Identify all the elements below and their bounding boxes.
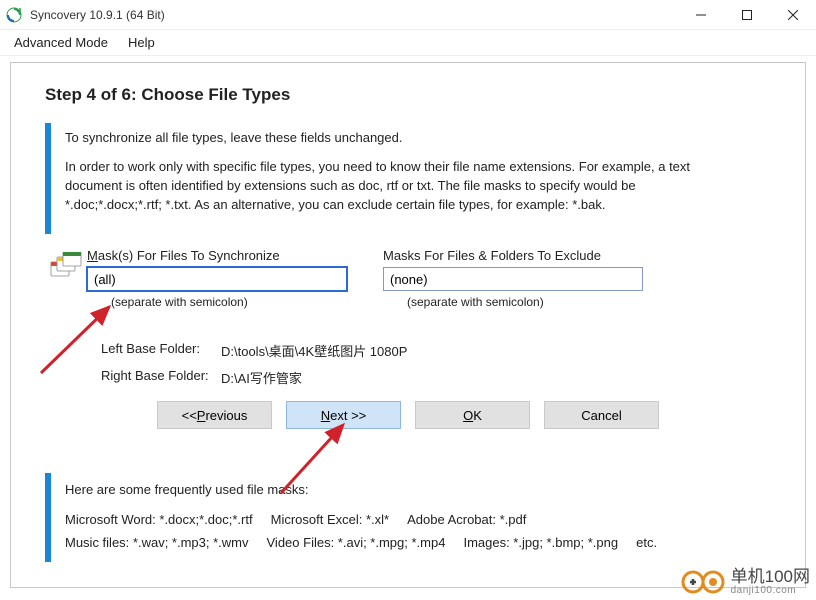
examples-block: Here are some frequently used file masks…	[45, 473, 771, 561]
menu-advanced-mode[interactable]: Advanced Mode	[4, 32, 118, 53]
title-bar: Syncovery 10.9.1 (64 Bit)	[0, 0, 816, 30]
base-folders: Left Base Folder: D:\tools\桌面\4K壁纸图片 108…	[101, 341, 771, 387]
minimize-button[interactable]	[678, 0, 724, 29]
watermark: 单机100网 danji100.com	[681, 568, 810, 596]
sync-mask-hint: (separate with semicolon)	[87, 295, 347, 309]
intro-block: To synchronize all file types, leave the…	[45, 123, 771, 234]
example-music: Music files: *.wav; *.mp3; *.wmv	[65, 532, 249, 554]
app-icon	[6, 7, 22, 23]
left-folder-label: Left Base Folder:	[101, 341, 221, 360]
right-folder-value: D:\AI写作管家	[221, 368, 302, 387]
example-excel: Microsoft Excel: *.xl*	[271, 509, 389, 531]
exclude-mask-label: Masks For Files & Folders To Exclude	[383, 248, 643, 263]
window-title: Syncovery 10.9.1 (64 Bit)	[30, 8, 678, 22]
exclude-mask-group: Masks For Files & Folders To Exclude (se…	[383, 248, 643, 309]
exclude-mask-hint: (separate with semicolon)	[383, 295, 643, 309]
example-acrobat: Adobe Acrobat: *.pdf	[407, 509, 526, 531]
sync-mask-input[interactable]	[87, 267, 347, 291]
intro-line1: To synchronize all file types, leave the…	[65, 129, 731, 148]
menu-bar: Advanced Mode Help	[0, 30, 816, 56]
sync-mask-group: Mask(s) For Files To Synchronize (separa…	[87, 248, 347, 309]
exclude-mask-input[interactable]	[383, 267, 643, 291]
maximize-button[interactable]	[724, 0, 770, 29]
intro-line2: In order to work only with specific file…	[65, 158, 731, 215]
example-word: Microsoft Word: *.docx;*.doc;*.rtf	[65, 509, 253, 531]
window-controls	[678, 0, 816, 29]
examples-heading: Here are some frequently used file masks…	[65, 479, 657, 501]
example-images: Images: *.jpg; *.bmp; *.png	[463, 532, 618, 554]
next-button[interactable]: Next >>	[286, 401, 401, 429]
watermark-name: 单机100网	[731, 568, 810, 585]
sync-mask-label: Mask(s) For Files To Synchronize	[87, 248, 347, 263]
close-button[interactable]	[770, 0, 816, 29]
menu-help[interactable]: Help	[118, 32, 165, 53]
wizard-panel: Step 4 of 6: Choose File Types To synchr…	[10, 62, 806, 588]
watermark-logo-icon	[681, 568, 725, 596]
accent-bar	[45, 123, 51, 234]
right-folder-label: Right Base Folder:	[101, 368, 221, 387]
cancel-button[interactable]: Cancel	[544, 401, 659, 429]
filetype-icon	[45, 248, 87, 309]
watermark-url: danji100.com	[731, 585, 810, 596]
accent-bar	[45, 473, 51, 561]
mask-section: Mask(s) For Files To Synchronize (separa…	[45, 248, 771, 309]
example-etc: etc.	[636, 532, 657, 554]
page-title: Step 4 of 6: Choose File Types	[45, 85, 771, 105]
wizard-buttons: << Previous Next >> OK Cancel	[45, 401, 771, 429]
previous-button[interactable]: << Previous	[157, 401, 272, 429]
left-folder-value: D:\tools\桌面\4K壁纸图片 1080P	[221, 341, 407, 360]
ok-button[interactable]: OK	[415, 401, 530, 429]
example-video: Video Files: *.avi; *.mpg; *.mp4	[267, 532, 446, 554]
